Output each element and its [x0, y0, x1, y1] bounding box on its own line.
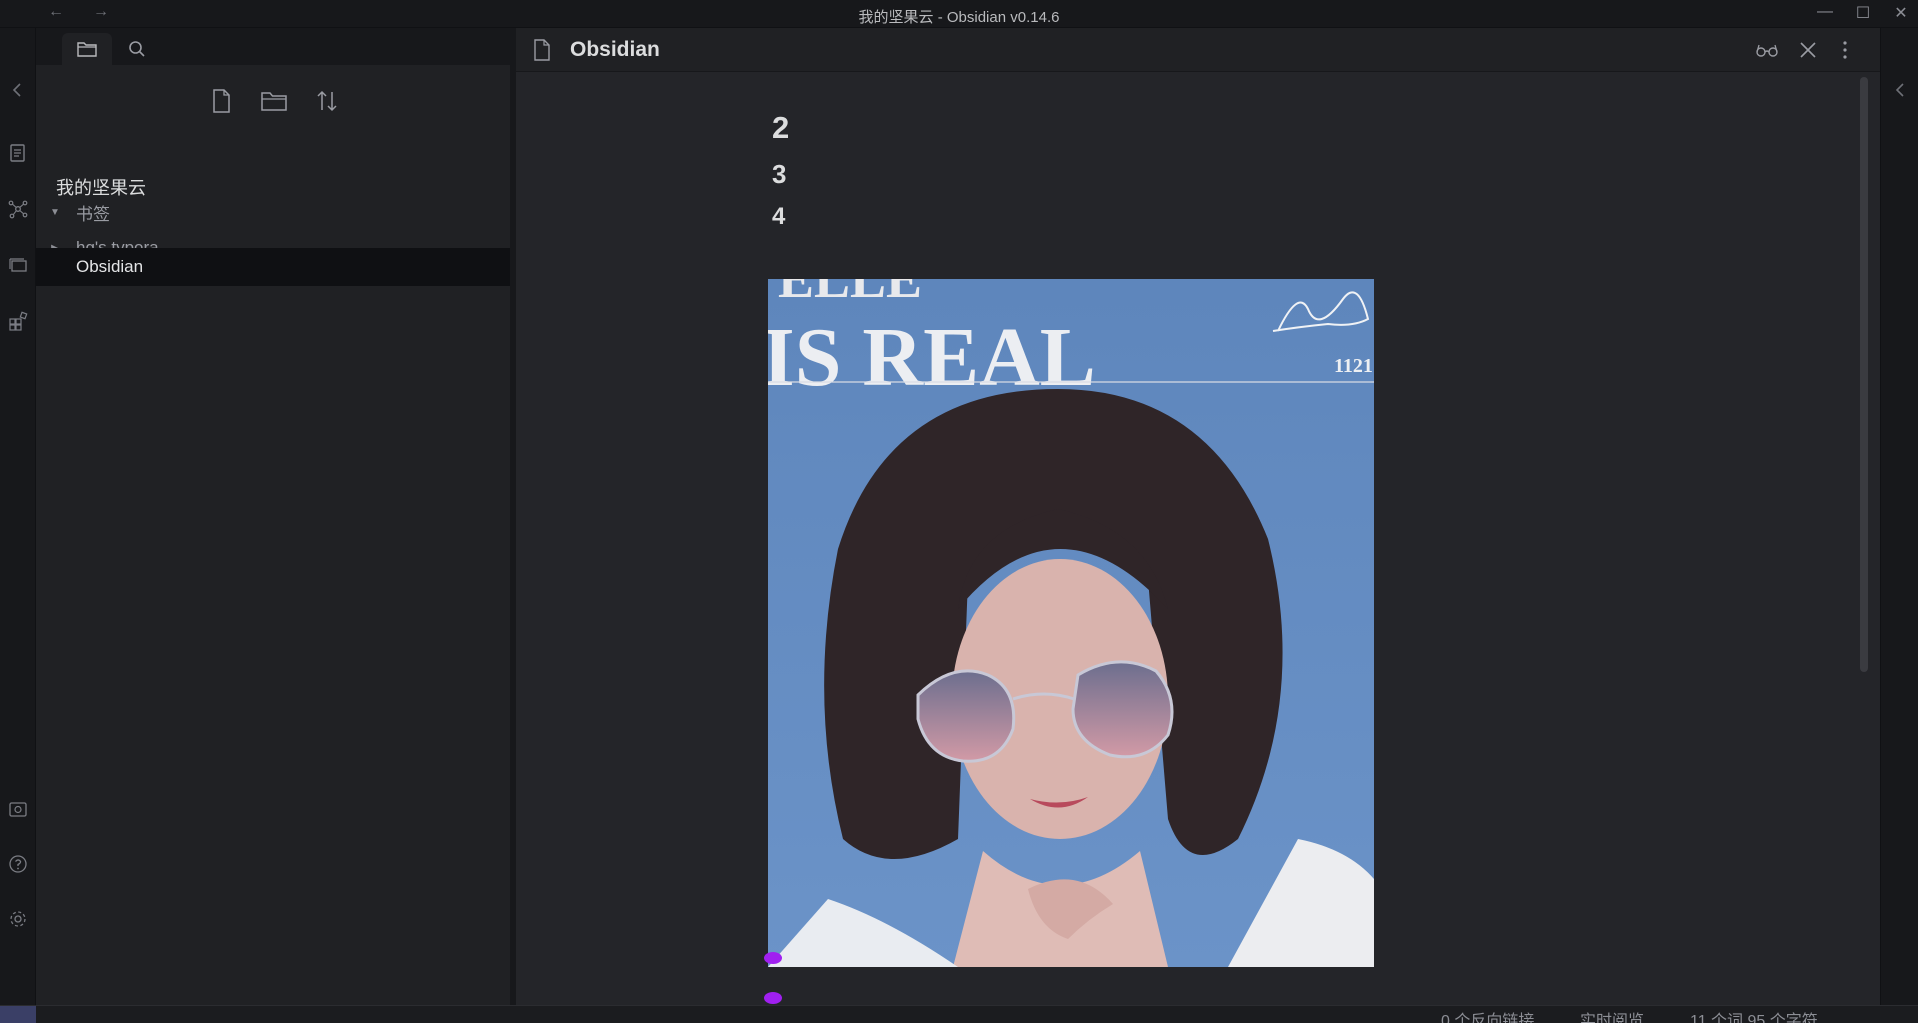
collapse-left-icon[interactable] [7, 79, 29, 101]
status-bar: 0 个反向链接 实时阅览 11 个词 95 个字符 [0, 1005, 1918, 1023]
settings-gear-icon[interactable] [7, 908, 29, 930]
tree-item-label: 书签 [76, 204, 110, 224]
scrollbar-thumb[interactable] [1860, 77, 1868, 672]
reading-view-glasses-icon[interactable] [1754, 38, 1780, 62]
editor-pane: Obsidian 2 3 4 ELLE IS REAL 1121 [516, 28, 1880, 1005]
view-header: Obsidian [516, 28, 1880, 72]
maximize-button[interactable]: ☐ [1848, 3, 1878, 23]
resize-handle-dot[interactable] [764, 952, 782, 964]
chevron-down-icon[interactable]: ▼ [42, 207, 68, 218]
graph-view-icon[interactable] [7, 198, 29, 220]
expand-right-sidebar-icon[interactable] [1889, 79, 1911, 101]
vault-icon[interactable] [7, 798, 29, 820]
folder-icon [77, 42, 97, 57]
magazine-text-top: ELLE [778, 279, 922, 309]
right-ribbon [1880, 28, 1918, 1005]
magazine-issue: 1121 [1334, 355, 1373, 377]
help-icon[interactable] [7, 853, 29, 875]
heading-3[interactable]: 3 [772, 159, 786, 190]
search-icon [129, 41, 145, 57]
heading-2[interactable]: 2 [772, 110, 789, 146]
tree-item-label: Obsidian [76, 257, 144, 276]
tab-file-explorer[interactable] [62, 33, 112, 65]
file-explorer-sidebar: 我的坚果云 ▼ 书签 ▶ hg's typora Obsidian [36, 28, 510, 1005]
sort-icon[interactable] [314, 88, 340, 114]
embedded-image[interactable]: ELLE IS REAL 1121 [768, 279, 1374, 967]
tab-search[interactable] [112, 33, 162, 65]
tree-folder-bookmarks[interactable]: ▼ 书签 [36, 194, 510, 230]
more-options-icon[interactable] [1838, 38, 1852, 62]
title-bar: ← → 我的坚果云 - Obsidian v0.14.6 — ☐ ✕ [0, 0, 1918, 28]
editor-content[interactable]: 2 3 4 ELLE IS REAL 1121 [516, 73, 1880, 1005]
plugins-icon[interactable] [7, 310, 29, 332]
left-ribbon [0, 28, 36, 1005]
status-bar-accent [0, 1006, 36, 1023]
editor-mode[interactable]: 实时阅览 [1580, 1007, 1644, 1023]
new-folder-icon[interactable] [260, 89, 288, 113]
close-icon[interactable] [1796, 38, 1820, 62]
new-note-icon[interactable] [210, 88, 232, 114]
word-char-count: 11 个词 95 个字符 [1690, 1013, 1818, 1023]
file-icon [534, 39, 550, 61]
backlinks-count[interactable]: 0 个反向链接 [1441, 1007, 1534, 1023]
tree-file-obsidian[interactable]: Obsidian [36, 248, 510, 286]
close-window-button[interactable]: ✕ [1886, 3, 1916, 23]
quick-switcher-icon[interactable] [7, 142, 29, 164]
portrait-photo: ELLE IS REAL 1121 [768, 279, 1374, 967]
minimize-button[interactable]: — [1810, 3, 1840, 21]
cursor-dot[interactable] [764, 992, 782, 1004]
note-title[interactable]: Obsidian [570, 38, 660, 62]
window-title: 我的坚果云 - Obsidian v0.14.6 [858, 9, 1060, 26]
slides-icon[interactable] [7, 254, 29, 276]
sidebar-tabs [36, 28, 510, 65]
heading-4[interactable]: 4 [772, 203, 785, 231]
